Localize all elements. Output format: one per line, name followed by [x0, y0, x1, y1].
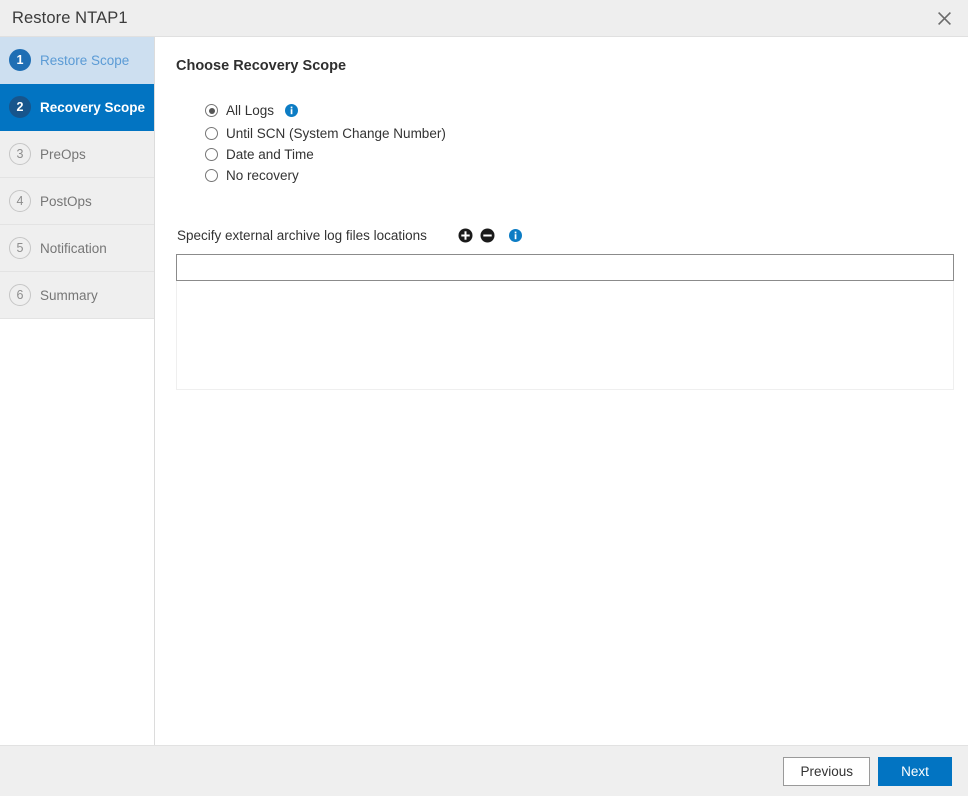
- restore-wizard-dialog: Restore NTAP1 1 Restore Scope 2 Recovery…: [0, 0, 968, 796]
- radio-option-until-scn[interactable]: Until SCN (System Change Number): [205, 124, 968, 143]
- archive-log-location-input[interactable]: [176, 254, 954, 281]
- step-number-badge: 4: [9, 190, 31, 212]
- sidebar-item-notification[interactable]: 5 Notification: [0, 225, 154, 272]
- wizard-content-pane: Choose Recovery Scope All Logs: [155, 37, 968, 745]
- sidebar-item-summary[interactable]: 6 Summary: [0, 272, 154, 319]
- sidebar-item-label: Recovery Scope: [40, 100, 145, 115]
- dialog-title: Restore NTAP1: [0, 9, 128, 28]
- step-number-badge: 3: [9, 143, 31, 165]
- step-number-badge: 1: [9, 49, 31, 71]
- step-number-badge: 2: [9, 96, 31, 118]
- archive-log-locations-list-panel[interactable]: [176, 281, 954, 390]
- radio-button[interactable]: [205, 127, 218, 140]
- radio-option-label: No recovery: [226, 168, 299, 183]
- sidebar-item-recovery-scope[interactable]: 2 Recovery Scope: [0, 84, 154, 131]
- dialog-titlebar: Restore NTAP1: [0, 0, 968, 37]
- radio-option-all-logs[interactable]: All Logs: [205, 101, 968, 120]
- close-icon[interactable]: [926, 0, 962, 36]
- radio-button[interactable]: [205, 104, 218, 117]
- radio-button[interactable]: [205, 148, 218, 161]
- sidebar-item-label: PreOps: [40, 147, 86, 162]
- radio-button[interactable]: [205, 169, 218, 182]
- radio-option-label: Date and Time: [226, 147, 314, 162]
- archive-log-locations-label: Specify external archive log files locat…: [177, 228, 427, 243]
- sidebar-item-label: Notification: [40, 241, 107, 256]
- sidebar-item-label: Restore Scope: [40, 53, 129, 68]
- sidebar-item-restore-scope[interactable]: 1 Restore Scope: [0, 37, 154, 84]
- radio-option-label: Until SCN (System Change Number): [226, 126, 446, 141]
- sidebar-item-label: PostOps: [40, 194, 92, 209]
- radio-option-no-recovery[interactable]: No recovery: [205, 166, 968, 185]
- step-number-badge: 6: [9, 284, 31, 306]
- page-title: Choose Recovery Scope: [176, 58, 968, 74]
- radio-option-label: All Logs: [226, 103, 274, 118]
- previous-button[interactable]: Previous: [783, 757, 870, 786]
- wizard-step-sidebar: 1 Restore Scope 2 Recovery Scope 3 PreOp…: [0, 37, 155, 745]
- info-icon[interactable]: [509, 229, 522, 242]
- dialog-footer: Previous Next: [0, 745, 968, 796]
- dialog-body: 1 Restore Scope 2 Recovery Scope 3 PreOp…: [0, 37, 968, 745]
- info-icon[interactable]: [285, 104, 298, 117]
- plus-circle-icon[interactable]: [458, 228, 473, 243]
- radio-option-date-and-time[interactable]: Date and Time: [205, 145, 968, 164]
- recovery-scope-radio-group: All Logs Until SCN (System Change Number…: [205, 101, 968, 185]
- sidebar-item-label: Summary: [40, 288, 98, 303]
- minus-circle-icon[interactable]: [480, 228, 495, 243]
- next-button[interactable]: Next: [878, 757, 952, 786]
- step-number-badge: 5: [9, 237, 31, 259]
- sidebar-item-postops[interactable]: 4 PostOps: [0, 178, 154, 225]
- sidebar-item-preops[interactable]: 3 PreOps: [0, 131, 154, 178]
- archive-log-locations-row: Specify external archive log files locat…: [177, 228, 968, 243]
